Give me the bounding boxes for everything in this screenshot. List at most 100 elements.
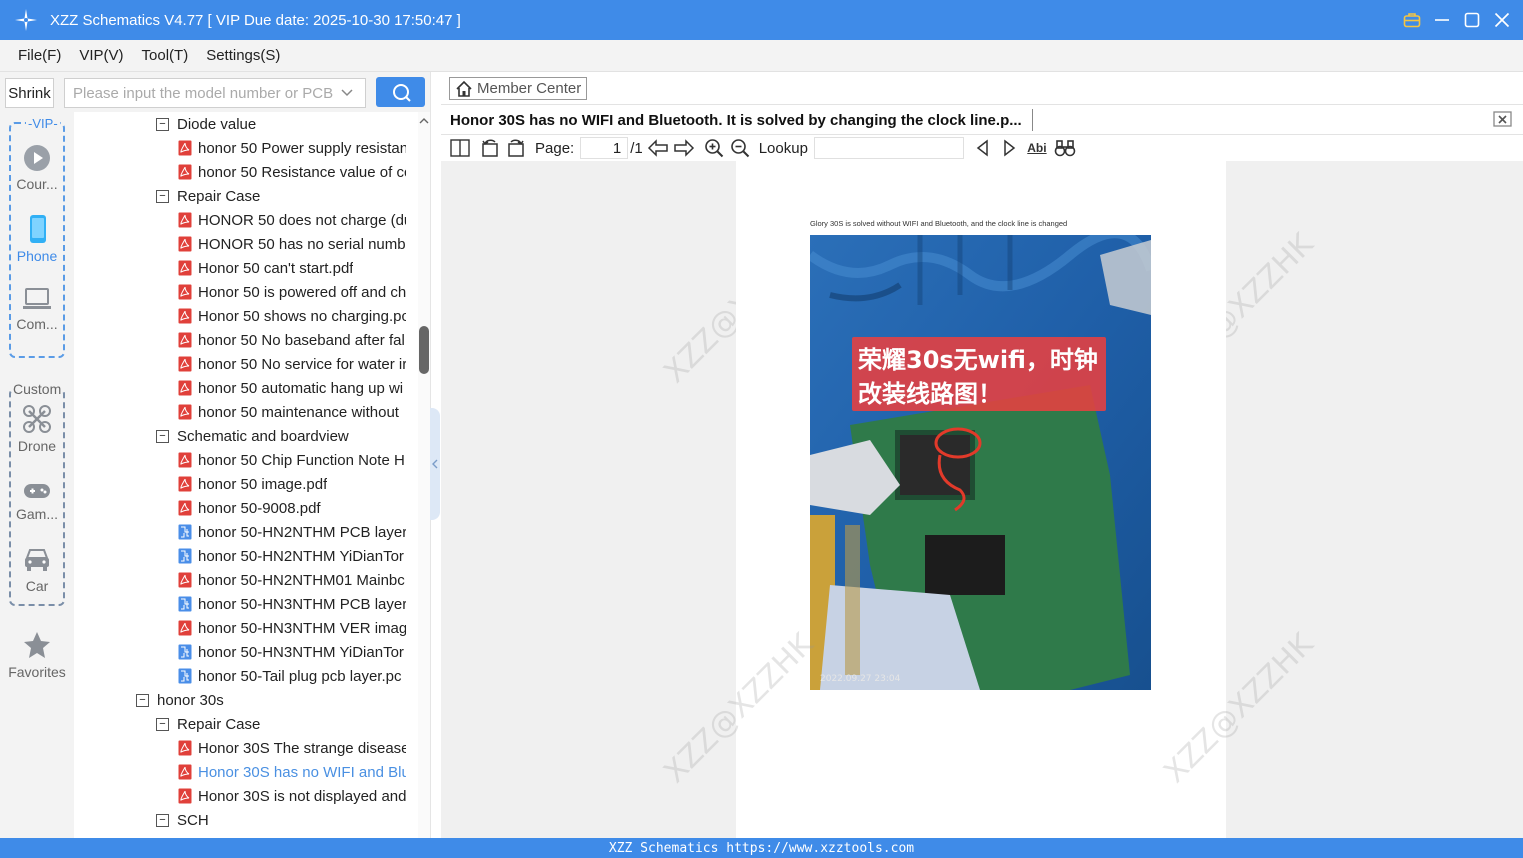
tree-file[interactable]: Honor 50 can't start.pdf <box>178 256 406 280</box>
tree-item-label: honor 50 image.pdf <box>198 475 328 493</box>
tree-item-label: honor 50 No service for water ir <box>198 355 406 373</box>
tree-item-label: Honor 30S The strange disease <box>198 739 406 757</box>
tree-file[interactable]: honor 50-HN2NTHM01 Mainbc <box>178 568 406 592</box>
pdf-file-icon <box>178 308 192 324</box>
rotate-right-icon[interactable] <box>505 137 527 159</box>
tree-file[interactable]: honor 50-HN3NTHM PCB layer( <box>178 592 406 616</box>
category-favorites[interactable]: Favorites <box>0 630 74 680</box>
tree-file[interactable]: honor 50-Tail plug pcb layer.pc <box>178 664 406 688</box>
tree-file[interactable]: honor 50-HN2NTHM YiDianTor <box>178 544 406 568</box>
tree-file[interactable]: honor 50 Resistance value of cc <box>178 160 406 184</box>
drone-icon <box>23 405 51 433</box>
tree-item-label: honor 50-HN2NTHM PCB layer( <box>198 523 406 541</box>
tree-item-label: honor 50 Resistance value of cc <box>198 163 406 181</box>
pdf-file-icon <box>178 380 192 396</box>
collapse-toggle-icon[interactable]: − <box>156 813 169 827</box>
match-case-icon[interactable]: Abi <box>1024 137 1050 159</box>
category-phone[interactable]: Phone <box>0 214 74 264</box>
pdf-file-icon <box>178 764 192 780</box>
tree-file[interactable]: honor 50 automatic hang up wi <box>178 376 406 400</box>
tree-folder[interactable]: − honor 30s <box>136 688 406 712</box>
rotate-left-icon[interactable] <box>479 137 501 159</box>
tree-file[interactable]: honor 50 Power supply resistan <box>178 136 406 160</box>
menu-tool[interactable]: Tool(T) <box>142 47 189 64</box>
collapse-toggle-icon[interactable]: − <box>156 717 169 731</box>
previous-page-arrow-icon[interactable] <box>647 137 669 159</box>
document-tab-bar: Honor 30S has no WIFI and Bluetooth. It … <box>441 105 1523 135</box>
tree-scroll-thumb[interactable] <box>419 326 429 374</box>
menu-vip[interactable]: VIP(V) <box>79 47 123 64</box>
find-next-icon[interactable] <box>998 137 1020 159</box>
find-previous-icon[interactable] <box>972 137 994 159</box>
tree-file[interactable]: honor 50 image.pdf <box>178 472 406 496</box>
tree-item-label: Honor 30S has no WIFI and Blu <box>198 763 406 781</box>
page-number-input[interactable] <box>580 137 629 159</box>
shrink-button[interactable]: Shrink <box>5 78 54 108</box>
document-tab[interactable]: Honor 30S has no WIFI and Bluetooth. It … <box>450 109 1033 131</box>
tree-file[interactable]: honor 50-HN3NTHM VER image <box>178 616 406 640</box>
category-computer[interactable]: Com... <box>0 286 74 332</box>
tree-scrollbar[interactable] <box>418 112 430 838</box>
tree-file[interactable]: honor 50-HN3NTHM YiDianTor <box>178 640 406 664</box>
collapse-toggle-icon[interactable]: − <box>136 693 149 707</box>
tree-folder[interactable]: − Repair Case <box>156 184 406 208</box>
chevron-down-icon[interactable] <box>335 89 359 97</box>
tree-item-label: SCH <box>177 811 209 829</box>
binoculars-icon[interactable] <box>1054 137 1076 159</box>
close-document-icon[interactable] <box>1493 110 1513 128</box>
zoom-in-icon[interactable] <box>703 137 725 159</box>
tree-folder[interactable]: − Diode value <box>156 112 406 136</box>
pdf-file-icon <box>178 740 192 756</box>
maximize-icon[interactable] <box>1461 9 1483 31</box>
tree-file[interactable]: Honor 50 shows no charging.pc <box>178 304 406 328</box>
tree-file[interactable]: honor 50-9008.pdf <box>178 496 406 520</box>
tree-file[interactable]: HONOR 50 does not charge (du <box>178 208 406 232</box>
member-center-button[interactable]: Member Center <box>449 77 588 100</box>
tree-folder[interactable]: − Schematic and boardview <box>156 424 406 448</box>
close-icon[interactable] <box>1491 9 1513 31</box>
tree-item-label: Honor 30S is not displayed and <box>198 787 406 805</box>
tree-file[interactable]: honor 50 maintenance without <box>178 400 406 424</box>
car-icon <box>25 549 49 571</box>
tree-item-label: honor 50-Tail plug pcb layer.pc <box>198 667 402 685</box>
pdf-file-icon <box>178 164 192 180</box>
tree-file[interactable]: HONOR 50 has no serial numbe <box>178 232 406 256</box>
tree-file[interactable]: Honor 50 is powered off and ch <box>178 280 406 304</box>
search-button[interactable] <box>376 77 425 107</box>
collapse-toggle-icon[interactable]: − <box>156 429 169 443</box>
pdf-file-icon <box>178 356 192 372</box>
tree-item-label: honor 50 Power supply resistan <box>198 139 406 157</box>
dual-page-icon[interactable] <box>449 137 471 159</box>
tree-item-label: honor 30s <box>157 691 224 709</box>
category-car[interactable]: Car <box>0 546 74 594</box>
pdf-file-icon <box>178 476 192 492</box>
tree-folder[interactable]: − Repair Case <box>156 712 406 736</box>
menu-settings[interactable]: Settings(S) <box>206 47 280 64</box>
collapse-toggle-icon[interactable]: − <box>156 117 169 131</box>
minimize-icon[interactable] <box>1431 9 1453 31</box>
collapse-panel-handle[interactable] <box>430 408 440 520</box>
tree-file[interactable]: Honor 30S has no WIFI and Blu <box>178 760 406 784</box>
zoom-out-icon[interactable] <box>729 137 751 159</box>
search-input[interactable] <box>73 80 335 106</box>
scroll-up-icon <box>419 118 429 124</box>
category-drone[interactable]: Drone <box>0 404 74 454</box>
tree-file[interactable]: honor 50 Chip Function Note H <box>178 448 406 472</box>
menu-file[interactable]: File(F) <box>18 47 61 64</box>
pdf-canvas[interactable]: XZZ@XZZHK XZZ@XZZHK Glory 30S is solved … <box>441 161 1523 838</box>
collapse-toggle-icon[interactable]: − <box>156 189 169 203</box>
tree-folder[interactable]: − SCH <box>156 808 406 832</box>
tree-file[interactable]: Honor 30S The strange disease <box>178 736 406 760</box>
tree-file[interactable]: honor 50-HN2NTHM PCB layer( <box>178 520 406 544</box>
tree-file[interactable]: Honor 30S is not displayed and <box>178 784 406 808</box>
lookup-input[interactable] <box>813 137 964 159</box>
model-search-combobox[interactable] <box>64 78 366 108</box>
vip-gift-icon[interactable] <box>1401 9 1423 31</box>
category-game[interactable]: Gam... <box>0 480 74 522</box>
tree-file[interactable]: honor 50 No service for water ir <box>178 352 406 376</box>
category-courses[interactable]: Cour... <box>0 144 74 192</box>
tree-file[interactable]: honor 50 No baseband after fal <box>178 328 406 352</box>
pdf-file-icon <box>178 452 192 468</box>
pdf-file-icon <box>178 788 192 804</box>
next-page-arrow-icon[interactable] <box>673 137 695 159</box>
